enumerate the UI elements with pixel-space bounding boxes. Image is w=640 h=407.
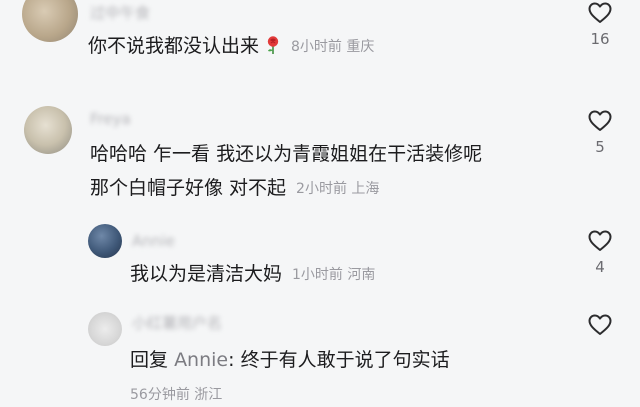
comment-body: 那个白帽子好像 对不起 xyxy=(90,177,287,199)
reply-to-name[interactable]: Annie xyxy=(174,349,228,371)
like-button[interactable]: 5 xyxy=(580,110,620,156)
comment-username[interactable]: 过中午食 xyxy=(90,2,150,23)
reply-username[interactable]: Annie xyxy=(132,232,175,250)
reply-meta: 56分钟前 浙江 xyxy=(130,384,222,404)
heart-icon xyxy=(588,314,612,335)
avatar[interactable] xyxy=(88,312,122,346)
like-button[interactable] xyxy=(580,314,620,336)
comment-body: 你不说我都没认出来 xyxy=(88,35,260,57)
avatar[interactable] xyxy=(22,0,78,42)
comment-time: 8小时前 xyxy=(291,39,342,55)
reply-text: 回复 Annie: 终于有人敢于说了句实话 xyxy=(130,346,450,374)
reply-location: 河南 xyxy=(347,267,376,283)
like-count: 4 xyxy=(595,258,605,276)
comment-time: 2小时前 xyxy=(296,181,347,197)
heart-icon xyxy=(588,230,612,251)
like-count: 16 xyxy=(590,30,610,48)
avatar[interactable] xyxy=(24,106,72,154)
comment-text: 你不说我都没认出来 8小时前 重庆 xyxy=(88,32,374,61)
reply-time: 56分钟前 xyxy=(130,387,190,403)
comment-text-line1: 哈哈哈 乍一看 我还以为青霞姐姐在干活装修呢 xyxy=(90,143,483,165)
reply-text: 我以为是清洁大妈 1小时前 河南 xyxy=(130,260,375,289)
reply-location: 浙江 xyxy=(194,387,223,403)
heart-icon xyxy=(588,2,612,23)
comment-username[interactable]: Freya xyxy=(90,110,131,128)
reply-body: : 终于有人敢于说了句实话 xyxy=(228,349,450,371)
comment-location: 上海 xyxy=(351,181,380,197)
comment-location: 重庆 xyxy=(346,39,375,55)
reply-username[interactable]: 小红薯用户名 xyxy=(132,312,222,333)
comment-meta: 2小时前 上海 xyxy=(296,181,379,197)
reply-body: 我以为是清洁大妈 xyxy=(130,263,283,285)
like-button[interactable]: 16 xyxy=(580,2,620,48)
heart-icon xyxy=(588,110,612,131)
rose-icon xyxy=(265,35,281,55)
comment-text-line2: 那个白帽子好像 对不起 2小时前 上海 xyxy=(90,174,379,203)
comment-meta: 8小时前 重庆 xyxy=(291,39,374,55)
like-button[interactable]: 4 xyxy=(580,230,620,276)
like-count: 5 xyxy=(595,138,605,156)
reply-prefix: 回复 xyxy=(130,349,169,371)
reply-time: 1小时前 xyxy=(292,267,343,283)
reply-meta: 1小时前 河南 xyxy=(292,267,375,283)
avatar[interactable] xyxy=(88,224,122,258)
